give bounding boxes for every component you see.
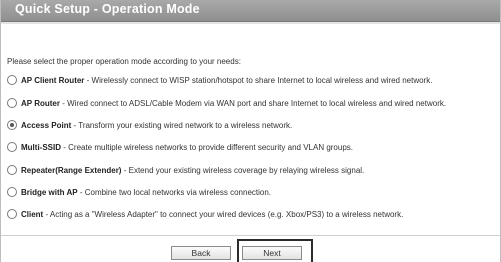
- option-name: Client: [21, 209, 44, 219]
- next-button[interactable]: Next: [242, 246, 302, 260]
- title-bar: Quick Setup - Operation Mode: [1, 0, 500, 22]
- option-description: - Combine two local networks via wireles…: [79, 187, 272, 197]
- title-divider: [1, 22, 500, 24]
- option-name: Access Point: [21, 120, 72, 130]
- option-access-point[interactable]: Access Point - Transform your existing w…: [7, 119, 292, 131]
- option-description: - Wirelessly connect to WISP station/hot…: [86, 75, 433, 85]
- option-bridge-with-ap[interactable]: Bridge with AP - Combine two local netwo…: [7, 186, 271, 198]
- option-multi-ssid[interactable]: Multi-SSID - Create multiple wireless ne…: [7, 141, 353, 153]
- option-ap-router[interactable]: AP Router - Wired connect to ADSL/Cable …: [7, 97, 446, 109]
- option-ap-client-router[interactable]: AP Client Router - Wirelessly connect to…: [7, 74, 432, 86]
- option-name: Multi-SSID: [21, 142, 61, 152]
- option-description: - Wired connect to ADSL/Cable Modem via …: [62, 98, 447, 108]
- option-client[interactable]: Client - Acting as a "Wireless Adapter" …: [7, 208, 403, 220]
- radio-client[interactable]: [7, 209, 17, 219]
- option-repeater[interactable]: Repeater(Range Extender) - Extend your e…: [7, 164, 364, 176]
- radio-multi-ssid[interactable]: [7, 142, 17, 152]
- radio-bridge-with-ap[interactable]: [7, 187, 17, 197]
- option-description: - Transform your existing wired network …: [73, 120, 293, 130]
- radio-ap-router[interactable]: [7, 98, 17, 108]
- option-name: AP Client Router: [21, 75, 85, 85]
- option-description: - Extend your existing wireless coverage…: [123, 165, 365, 175]
- radio-access-point[interactable]: [7, 120, 17, 130]
- option-description: - Acting as a "Wireless Adapter" to conn…: [45, 209, 404, 219]
- option-name: AP Router: [21, 98, 60, 108]
- button-row-divider: [1, 235, 500, 236]
- back-button[interactable]: Back: [171, 246, 231, 260]
- quick-setup-panel: Quick Setup - Operation Mode Please sele…: [0, 0, 501, 262]
- option-name: Bridge with AP: [21, 187, 78, 197]
- option-name: Repeater(Range Extender): [21, 165, 122, 175]
- radio-ap-client-router[interactable]: [7, 75, 17, 85]
- page-title: Quick Setup - Operation Mode: [15, 2, 200, 16]
- option-description: - Create multiple wireless networks to p…: [63, 142, 353, 152]
- intro-text: Please select the proper operation mode …: [7, 57, 241, 66]
- radio-repeater[interactable]: [7, 165, 17, 175]
